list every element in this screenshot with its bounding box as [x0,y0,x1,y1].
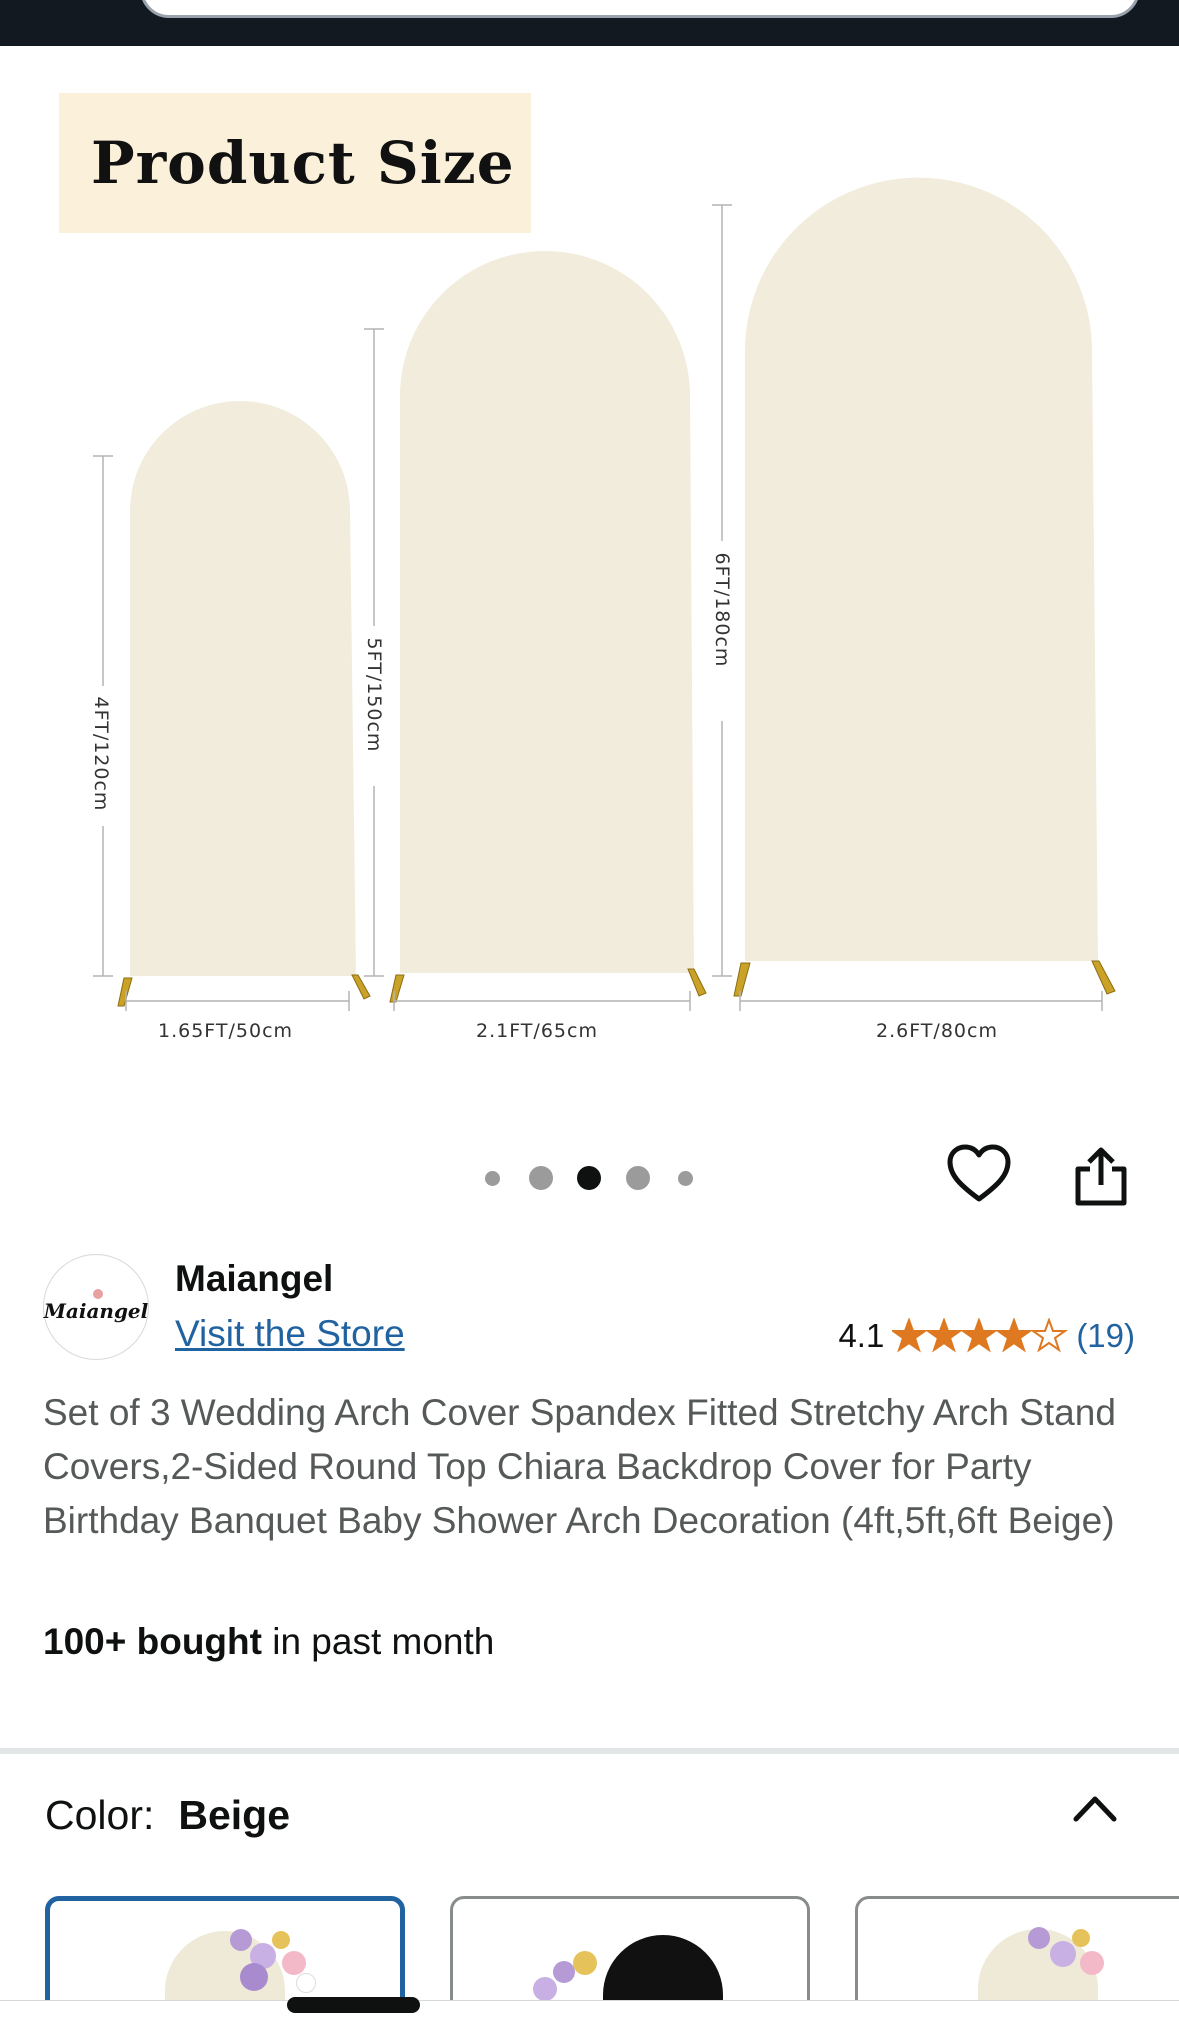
width-label-medium: 2.1FT/65cm [476,1020,598,1042]
product-image-gallery[interactable]: Product Size 4FT/120cm 5FT/150cm 6FT/180… [0,46,1179,1116]
pagination-dot[interactable] [626,1166,650,1190]
width-label-small: 1.65FT/50cm [158,1020,294,1042]
star-icon [1030,1318,1069,1353]
pagination-dot[interactable] [485,1171,500,1186]
bottom-bar [0,2000,1179,2023]
height-label-small: 4FT/120cm [90,696,112,812]
brand-logo[interactable]: Maiangel [43,1254,149,1360]
star-icon [995,1318,1034,1353]
arch-small [130,401,356,976]
color-variant-header[interactable]: Color: Beige [45,1792,290,1839]
bought-count: 100+ bought [43,1621,262,1662]
bought-suffix: in past month [261,1621,495,1662]
height-label-medium: 5FT/150cm [363,637,385,753]
star-icon [892,1318,929,1353]
product-title: Set of 3 Wedding Arch Cover Spandex Fitt… [43,1392,1116,1541]
arch-size-illustration [93,177,1116,1011]
share-icon[interactable] [1074,1145,1128,1207]
rating-summary[interactable]: 4.1 (19) [838,1317,1135,1355]
stars-icon [892,1318,1069,1353]
top-bar [0,0,1179,46]
color-selected-value: Beige [178,1792,291,1838]
pagination-dot[interactable] [529,1166,553,1190]
color-label: Color: [45,1792,155,1838]
rating-count-link[interactable]: (19) [1076,1317,1135,1355]
rating-value: 4.1 [838,1317,885,1354]
arch-medium [400,251,694,973]
width-label-large: 2.6FT/80cm [876,1020,998,1042]
brand-logo-text: Maiangel [43,1299,149,1323]
star-rating [892,1318,1069,1354]
brand-name: Maiangel [175,1258,334,1299]
star-icon [925,1318,964,1353]
chevron-up-icon[interactable] [1072,1793,1118,1827]
star-icon [960,1318,999,1353]
home-indicator[interactable] [287,1997,420,2013]
height-label-large: 6FT/180cm [711,552,733,668]
bought-in-past-month: 100+ bought in past month [43,1621,494,1663]
section-divider [0,1748,1179,1754]
pagination-dot[interactable] [678,1171,693,1186]
pagination-dot-active[interactable] [577,1166,601,1190]
visit-store-link[interactable]: Visit the Store [175,1313,405,1355]
balloon-icon [93,1289,103,1299]
heart-outline-icon[interactable] [946,1143,1012,1205]
search-bar[interactable] [140,0,1140,18]
arch-large [745,177,1098,961]
